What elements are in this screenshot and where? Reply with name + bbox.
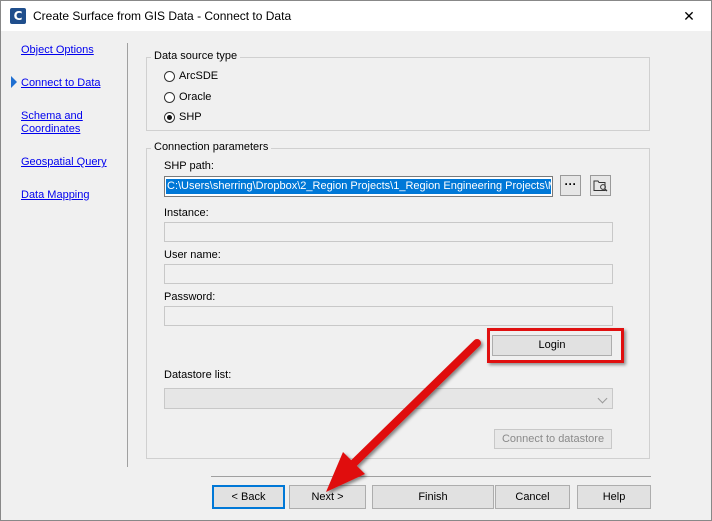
radio-shp[interactable]: SHP xyxy=(164,109,202,125)
active-step-arrow-icon xyxy=(11,76,17,88)
instance-input[interactable] xyxy=(164,222,613,242)
radio-shp-label: SHP xyxy=(179,111,202,123)
connect-to-datastore-button[interactable]: Connect to datastore xyxy=(494,429,612,449)
datastore-list-label: Datastore list: xyxy=(164,369,232,381)
radio-arcsde[interactable]: ArcSDE xyxy=(164,68,218,84)
username-input[interactable] xyxy=(164,264,613,284)
radio-arcsde-circle[interactable] xyxy=(164,70,175,82)
wizard-nav: Object Options Connect to Data Schema an… xyxy=(1,31,128,467)
window-title: Create Surface from GIS Data - Connect t… xyxy=(33,9,292,23)
footer-divider xyxy=(211,476,651,477)
nav-item-geospatial-query[interactable]: Geospatial Query xyxy=(21,156,107,169)
radio-shp-circle[interactable] xyxy=(164,111,175,123)
nav-item-data-mapping[interactable]: Data Mapping xyxy=(21,189,90,202)
title-bar: C Create Surface from GIS Data - Connect… xyxy=(1,1,711,31)
help-button[interactable]: Help xyxy=(577,485,651,509)
username-label: User name: xyxy=(164,249,221,261)
civil3d-app-icon: C xyxy=(10,8,26,24)
data-source-group xyxy=(146,57,650,131)
close-button[interactable]: ✕ xyxy=(667,1,711,31)
nav-item-connect-to-data[interactable]: Connect to Data xyxy=(21,77,101,90)
radio-oracle-label: Oracle xyxy=(179,91,212,103)
back-button[interactable]: < Back xyxy=(212,485,285,509)
chevron-down-icon xyxy=(597,393,608,404)
dialog-window: C Create Surface from GIS Data - Connect… xyxy=(0,0,712,521)
radio-oracle-circle[interactable] xyxy=(164,91,175,103)
folder-search-button[interactable] xyxy=(590,175,611,196)
browse-button[interactable]: ··· xyxy=(560,175,581,196)
login-annotation-box xyxy=(487,328,624,363)
nav-divider xyxy=(127,43,128,467)
radio-oracle[interactable]: Oracle xyxy=(164,89,211,105)
datastore-list-dropdown[interactable] xyxy=(164,388,613,409)
cancel-button[interactable]: Cancel xyxy=(495,485,570,509)
shp-path-value: C:\Users\sherring\Dropbox\2_Region Proje… xyxy=(166,179,551,194)
shp-path-label: SHP path: xyxy=(164,160,214,172)
next-button[interactable]: Next > xyxy=(289,485,366,509)
nav-item-object-options[interactable]: Object Options xyxy=(21,44,94,57)
connection-params-group-title: Connection parameters xyxy=(151,141,272,153)
folder-search-icon xyxy=(593,180,608,192)
instance-label: Instance: xyxy=(164,207,209,219)
radio-arcsde-label: ArcSDE xyxy=(179,70,219,82)
password-input[interactable] xyxy=(164,306,613,326)
ellipsis-icon: ··· xyxy=(564,177,577,191)
shp-path-input[interactable]: C:\Users\sherring\Dropbox\2_Region Proje… xyxy=(164,176,553,197)
password-label: Password: xyxy=(164,291,216,303)
nav-item-schema-and-coordinates[interactable]: Schema and Coordinates xyxy=(21,110,83,136)
data-source-group-title: Data source type xyxy=(151,50,241,62)
finish-button[interactable]: Finish xyxy=(372,485,494,509)
